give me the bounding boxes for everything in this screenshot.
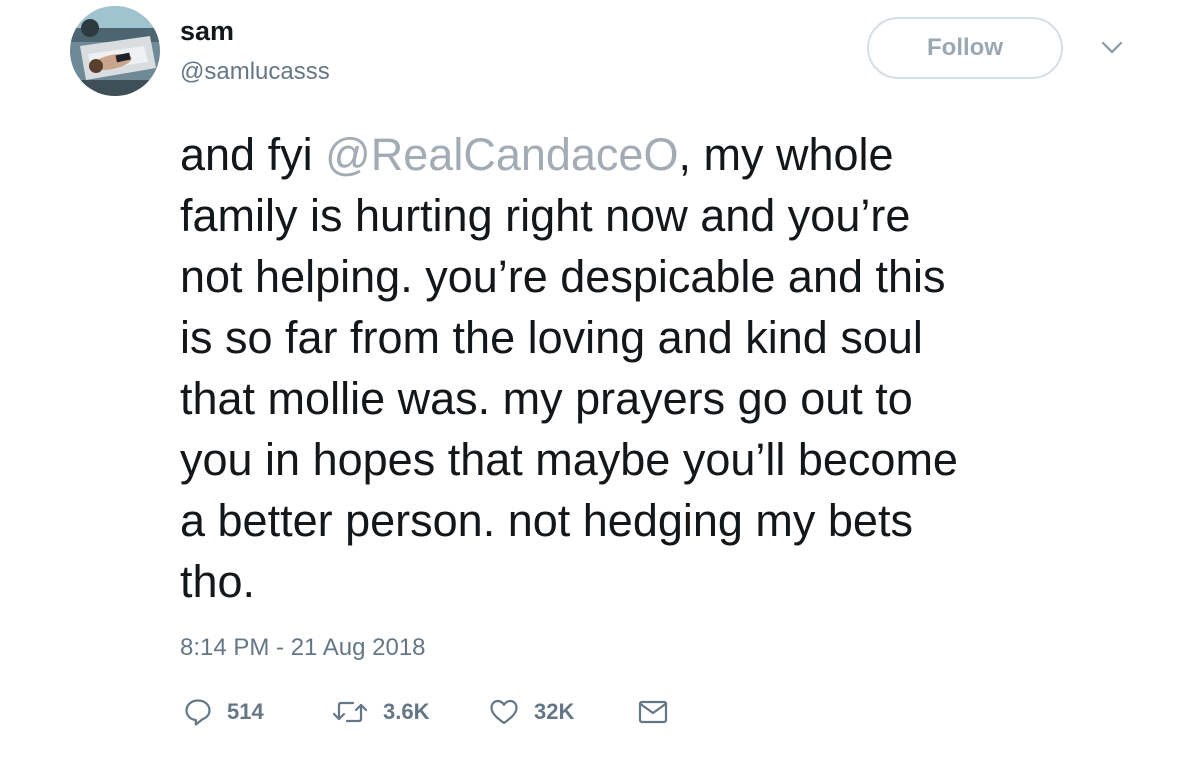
heart-icon xyxy=(488,697,520,727)
tweet-line: you in hopes that maybe you’ll become xyxy=(180,434,958,485)
reply-count: 514 xyxy=(227,699,264,724)
timestamp[interactable]: 8:14 PM - 21 Aug 2018 xyxy=(180,633,426,663)
like-count: 32K xyxy=(534,699,575,724)
tweet-line: is so far from the loving and kind soul xyxy=(180,312,923,363)
retweet-icon xyxy=(331,697,369,727)
tweet-line: tho. xyxy=(180,556,256,607)
tweet-card: sam @samlucasss Follow and fyi @RealCand… xyxy=(0,0,1200,784)
reply-icon xyxy=(183,697,213,727)
retweet-button[interactable]: 3.6K xyxy=(331,694,429,730)
follow-button[interactable]: Follow xyxy=(867,17,1063,79)
tweet-line: family is hurting right now and you’re xyxy=(180,190,911,241)
chevron-down-icon[interactable] xyxy=(1100,38,1124,58)
tweet-text-segment: , my whole xyxy=(678,129,894,180)
reply-button[interactable]: 514 xyxy=(183,694,264,730)
tweet-line: a better person. not hedging my bets xyxy=(180,495,913,546)
mention-link[interactable]: @RealCandaceO xyxy=(325,129,678,180)
tweet-line: not helping. you’re despicable and this xyxy=(180,251,946,302)
display-name[interactable]: sam xyxy=(180,15,234,47)
message-button[interactable] xyxy=(637,694,669,730)
tweet-text-segment: and fyi xyxy=(180,129,326,180)
tweet-text: and fyi @RealCandaceO, my whole family i… xyxy=(180,124,1170,612)
user-handle[interactable]: @samlucasss xyxy=(180,57,330,87)
envelope-icon xyxy=(637,697,669,727)
tweet-line: that mollie was. my prayers go out to xyxy=(180,373,913,424)
avatar[interactable] xyxy=(70,6,160,96)
retweet-count: 3.6K xyxy=(383,699,430,724)
profile-photo-icon xyxy=(70,6,160,96)
tweet-line: and fyi @RealCandaceO, my whole xyxy=(180,124,1170,185)
like-button[interactable]: 32K xyxy=(488,694,574,730)
